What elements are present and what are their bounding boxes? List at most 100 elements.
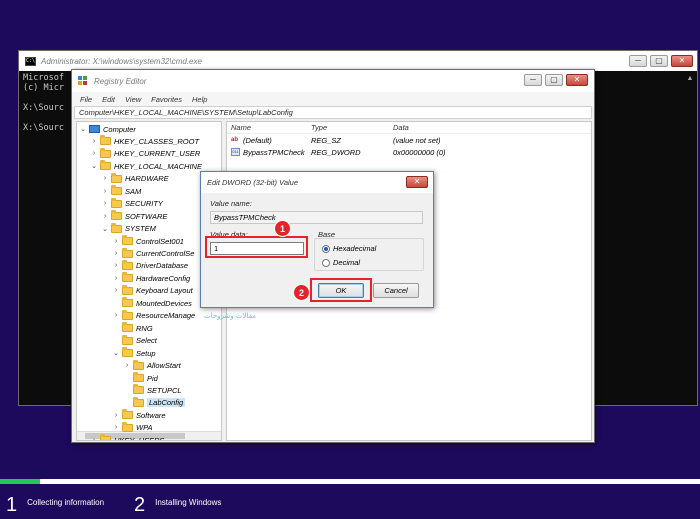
menu-edit[interactable]: Edit — [102, 95, 115, 104]
chevron-right-icon[interactable]: › — [123, 362, 131, 369]
cmd-titlebar[interactable]: C:\ Administrator: X:\windows\system32\c… — [19, 51, 697, 71]
tree-item-hkey-classes-root[interactable]: › HKEY_CLASSES_ROOT — [90, 135, 199, 147]
maximize-button[interactable]: ▢ — [650, 55, 668, 67]
chevron-right-icon[interactable]: › — [112, 412, 120, 419]
tree-item-pid[interactable]: Pid — [123, 372, 158, 384]
tree-item-label: ControlSet001 — [136, 236, 184, 246]
value-row[interactable]: ab (Default) REG_SZ (value not set) — [227, 134, 591, 146]
dialog-close-button[interactable]: ✕ — [406, 176, 428, 188]
tree-item-hkey-current-user[interactable]: › HKEY_CURRENT_USER — [90, 147, 201, 160]
chevron-right-icon[interactable]: › — [90, 150, 98, 157]
tree-item-software[interactable]: › Software — [112, 409, 166, 421]
scroll-up-icon[interactable]: ▲ — [685, 75, 695, 83]
menu-file[interactable]: File — [80, 95, 92, 104]
tree-item-label: SOFTWARE — [125, 211, 168, 221]
tree-item-sam[interactable]: › SAM — [101, 185, 141, 197]
tree-item-setupcl[interactable]: SETUPCL — [123, 384, 182, 396]
menu-favorites[interactable]: Favorites — [151, 95, 182, 104]
tree-item-setup[interactable]: ⌄ Setup — [112, 347, 156, 359]
column-header-data[interactable]: Data — [393, 123, 573, 132]
tree-item-wpa[interactable]: › WPA — [112, 421, 153, 434]
setup-progress-track — [0, 479, 700, 484]
chevron-right-icon[interactable]: › — [112, 238, 120, 245]
tree-item-computer[interactable]: ⌄ Computer — [79, 123, 136, 135]
chevron-right-icon[interactable]: › — [101, 175, 109, 182]
close-button[interactable]: ✕ — [566, 74, 588, 86]
radio-decimal[interactable]: Decimal — [322, 258, 360, 267]
value-row[interactable]: 011 BypassTPMCheck REG_DWORD 0x00000000 … — [227, 146, 591, 158]
tree-item-label: SECURITY — [125, 199, 163, 209]
chevron-right-icon[interactable]: › — [112, 312, 120, 319]
chevron-right-icon[interactable]: › — [112, 275, 120, 282]
chevron-right-icon[interactable]: › — [112, 250, 120, 257]
cmd-scrollbar[interactable]: ▲ — [685, 75, 695, 165]
value-name-field: BypassTPMCheck — [210, 211, 423, 224]
chevron-right-icon[interactable]: › — [101, 200, 109, 207]
chevron-down-icon[interactable]: ⌄ — [90, 162, 98, 170]
tree-item-hkey-users[interactable]: › HKEY_USERS — [90, 434, 165, 441]
tree-item-labconfig[interactable]: LabConfig — [123, 396, 186, 409]
minimize-button[interactable]: ─ — [524, 74, 542, 86]
menu-view[interactable]: View — [125, 95, 141, 104]
maximize-button[interactable]: ▢ — [545, 74, 563, 86]
tree-item-select[interactable]: Select — [112, 334, 157, 347]
tree-item-security[interactable]: › SECURITY — [101, 197, 163, 210]
tree-item-hardwareconfig[interactable]: › HardwareConfig — [112, 272, 190, 284]
regedit-window-controls: ─ ▢ ✕ — [524, 74, 588, 86]
value-name: (Default) — [243, 135, 272, 145]
chevron-right-icon[interactable]: › — [101, 213, 109, 220]
folder-icon — [122, 259, 133, 270]
column-header-type[interactable]: Type — [311, 123, 393, 132]
chevron-down-icon[interactable]: ⌄ — [112, 349, 120, 357]
tree-item-allowstart[interactable]: › AllowStart — [123, 359, 181, 372]
chevron-right-icon[interactable]: › — [90, 437, 98, 440]
chevron-down-icon[interactable]: ⌄ — [101, 225, 109, 233]
radio-unselected-icon[interactable] — [322, 258, 330, 267]
tree-item-controlset001[interactable]: › ControlSet001 — [112, 235, 184, 247]
close-button[interactable]: ✕ — [671, 55, 693, 67]
tree-item-hkey-local-machine[interactable]: ⌄ HKEY_LOCAL_MACHINE — [90, 160, 202, 172]
tree-item-mounteddevices[interactable]: MountedDevices — [112, 297, 192, 309]
tree-item-label: HKEY_USERS — [114, 435, 165, 441]
regedit-titlebar[interactable]: Registry Editor ─ ▢ ✕ — [72, 70, 594, 92]
radio-label: Decimal — [333, 258, 361, 267]
tree-item-label: Setup — [136, 348, 156, 358]
chevron-right-icon[interactable]: › — [112, 287, 120, 294]
tree-item-system[interactable]: ⌄ SYSTEM — [101, 222, 156, 235]
dialog-titlebar[interactable]: Edit DWORD (32-bit) Value ✕ — [201, 172, 433, 193]
radio-hexadecimal[interactable]: Hexadecimal — [322, 244, 376, 253]
step-badge-1: 1 — [274, 220, 291, 237]
tree-item-hardware[interactable]: › HARDWARE — [101, 172, 169, 185]
radio-selected-icon[interactable] — [322, 244, 330, 253]
tree-item-label: ResourceManage — [136, 311, 196, 321]
tree-item-label: HKEY_CURRENT_USER — [114, 149, 201, 159]
highlight-ok-button — [310, 278, 372, 302]
folder-icon — [100, 160, 111, 171]
address-bar[interactable]: Computer\HKEY_LOCAL_MACHINE\SYSTEM\Setup… — [74, 106, 592, 119]
cancel-button[interactable]: Cancel — [373, 283, 419, 298]
folder-icon — [111, 197, 122, 208]
regedit-title: Registry Editor — [94, 76, 147, 86]
chevron-right-icon[interactable]: › — [112, 262, 120, 269]
radio-label: Hexadecimal — [333, 244, 377, 253]
tree-item-software[interactable]: › SOFTWARE — [101, 210, 167, 222]
chevron-right-icon[interactable]: › — [90, 138, 98, 145]
tree-item-label: LabConfig — [147, 398, 186, 408]
chevron-right-icon[interactable]: › — [112, 424, 120, 431]
dialog-title: Edit DWORD (32-bit) Value — [207, 178, 298, 187]
chevron-right-icon[interactable]: › — [101, 188, 109, 195]
cmd-title: Administrator: X:\windows\system32\cmd.e… — [41, 56, 202, 66]
chevron-down-icon[interactable]: ⌄ — [79, 125, 87, 133]
setup-step-label: Installing Windows — [155, 498, 222, 507]
minimize-button[interactable]: ─ — [629, 55, 647, 67]
setup-step-2: 2 Installing Windows — [134, 495, 221, 515]
menu-help[interactable]: Help — [192, 95, 207, 104]
tree-item-resourcemanage[interactable]: › ResourceManage — [112, 309, 196, 322]
tree-item-label: RNG — [136, 323, 153, 333]
column-header-name[interactable]: Name — [227, 123, 311, 132]
tree-item-driverdatabase[interactable]: › DriverDatabase — [112, 259, 188, 272]
tree-item-keyboard-layout[interactable]: › Keyboard Layout — [112, 284, 193, 297]
tree-item-rng[interactable]: RNG — [112, 322, 153, 334]
tree-item-currentcontrolse[interactable]: › CurrentControlSe — [112, 247, 194, 260]
folder-icon — [122, 322, 133, 333]
